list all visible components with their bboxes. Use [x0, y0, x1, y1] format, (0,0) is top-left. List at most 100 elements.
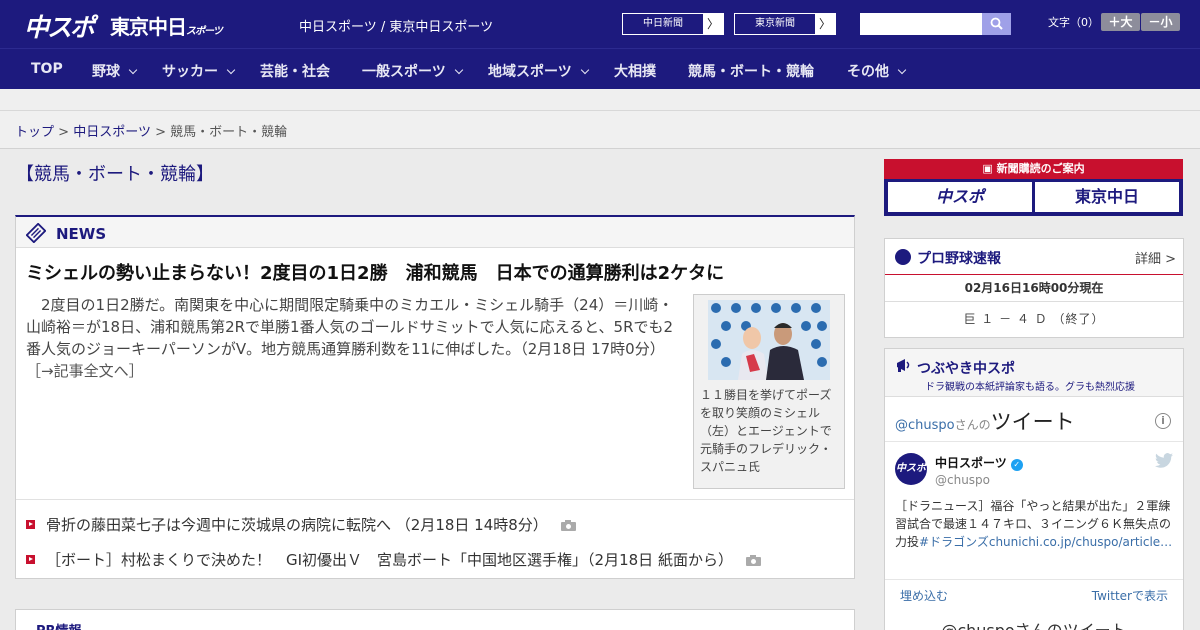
chuspo-logo[interactable]: 中スポ [24, 8, 95, 44]
pr-label: PR情報 [36, 620, 82, 630]
bullet-arrow-icon [26, 555, 35, 564]
font-size-label: 文字（0） [1048, 16, 1099, 29]
baseball-score[interactable]: 巨 １ － ４ Ｄ （終了） [885, 310, 1183, 327]
page-title: 【競馬・ボート・競輪】 [16, 164, 214, 185]
nav-item-label: 一般スポーツ [362, 64, 446, 80]
photo-graphic [708, 300, 830, 380]
news-header: NEWS [16, 217, 854, 248]
baseball-divider [885, 301, 1183, 302]
news-lead-text: 2度目の1日2勝だ。南関東を中心に期間限定騎乗中のミカエル・ミシェル騎手（24）… [26, 296, 674, 358]
search-button[interactable] [982, 13, 1011, 35]
nav-item-soccer[interactable]: サッカー [162, 61, 236, 81]
twitter-bird-icon[interactable] [1155, 453, 1173, 468]
news-photo[interactable]: １１勝目を挙げてポーズを取り笑顔のミシェル（左）とエージェントで元騎手のフレデリ… [693, 294, 845, 489]
megaphone-icon [897, 359, 910, 372]
verified-badge-icon: ✓ [1010, 459, 1023, 471]
baseball-header: プロ野球速報 詳細 > [885, 239, 1183, 275]
timeline-tweet-word: ツイート [990, 410, 1075, 434]
chevron-down-icon [897, 65, 907, 75]
tweet-account-name[interactable]: 中日スポーツ ✓ [935, 454, 1023, 471]
subscribe-title: ▣ 新聞購読のご案内 [884, 159, 1183, 179]
chunichi-shimbun-label: 中日新聞 [643, 18, 683, 29]
nav-item-label: その他 [847, 64, 889, 80]
site-names: 中日スポーツ / 東京中日スポーツ [299, 20, 494, 35]
tweet-widget-header: つぶやき中スポ ドラ観戦の本紙評論家も語る。グラも熱烈応援 [885, 349, 1183, 397]
main-nav: TOP 野球 サッカー 芸能・社会 一般スポーツ 地域スポーツ 大相撲 競馬・ボ… [0, 48, 1200, 89]
font-size-up-button[interactable]: ＋大 [1101, 13, 1140, 31]
tweet-bottom-title: @chuspoさんのツイート [885, 617, 1183, 630]
nav-item-general-sports[interactable]: 一般スポーツ [362, 61, 463, 81]
baseball-detail-link[interactable]: 詳細 > [1135, 248, 1176, 267]
tokyo-chunichi-logo-sub: スポーツ [186, 26, 223, 37]
nav-item-label: TOP [31, 61, 63, 77]
tweet-widget: つぶやき中スポ ドラ観戦の本紙評論家も語る。グラも熱烈応援 @chuspoさんの… [884, 348, 1184, 630]
embed-link[interactable]: 埋め込む [900, 587, 948, 604]
avatar[interactable]: 中スポ [895, 453, 927, 485]
nav-item-other[interactable]: その他 [847, 61, 907, 81]
subscribe-title-text: 新聞購読のご案内 [996, 162, 1085, 175]
subscribe-tokyo-logo[interactable]: 東京中日 [1035, 182, 1179, 212]
nav-item-sumo[interactable]: 大相撲 [614, 61, 656, 81]
subscribe-banner[interactable]: ▣ 新聞購読のご案内 中スポ 東京中日 [884, 159, 1183, 216]
photo-caption: １１勝目を挙げてポーズを取り笑顔のミシェル（左）とエージェントで元騎手のフレデリ… [700, 388, 832, 474]
baseball-time: 02月16日16時00分現在 [964, 281, 1104, 295]
baseball-scores: プロ野球速報 詳細 > 02月16日16時00分現在 巨 １ － ４ Ｄ （終了… [884, 238, 1184, 338]
chevron-down-icon [580, 65, 589, 75]
baseball-title: プロ野球速報 [917, 251, 1001, 267]
news-lead: 2度目の1日2勝だ。南関東を中心に期間限定騎乗中のミカエル・ミシェル騎手（24）… [26, 294, 686, 382]
chevron-down-icon [128, 65, 138, 75]
view-on-twitter-link[interactable]: Twitterで表示 [1092, 587, 1168, 604]
info-icon[interactable]: i [1155, 413, 1171, 429]
timeline-title: @chuspoさんのツイート [895, 406, 1075, 436]
nav-item-entertainment[interactable]: 芸能・社会 [260, 61, 330, 81]
camera-icon [560, 520, 576, 531]
nav-item-baseball[interactable]: 野球 [92, 61, 138, 81]
tokyo-shimbun-label: 東京新聞 [755, 18, 795, 29]
chevron-right-icon: 〉 [815, 14, 835, 34]
subscribe-chuspo-logo[interactable]: 中スポ [888, 182, 1032, 212]
breadcrumb-chunichi-link[interactable]: 中日スポーツ [73, 125, 151, 140]
bullet-arrow-icon [26, 520, 35, 529]
tweet-account-handle[interactable]: @chuspo [935, 473, 990, 487]
nav-item-label: 野球 [92, 64, 120, 80]
chevron-right-icon: 〉 [703, 14, 723, 34]
tweet-widget-title: つぶやき中スポ [917, 361, 1015, 377]
list-item[interactable]: 骨折の藤田菜七子は今週中に茨城県の病院に転院へ （2月18日 14時8分） [26, 514, 576, 535]
tweet-url-link[interactable]: chunichi.co.jp/chuspo/article… [989, 535, 1172, 549]
read-more-link[interactable]: ［→記事全文へ］ [26, 362, 144, 380]
header-stripe [0, 89, 1200, 111]
list-item[interactable]: ［ボート］村松まくりで決めた！ GI初優出Ｖ 宮島ボート「中国地区選手権」（2月… [26, 549, 761, 570]
tweet-divider [885, 441, 1183, 442]
nav-item-label: 競馬・ボート・競輪 [688, 64, 814, 80]
tokyo-shimbun-link[interactable]: 東京新聞 〉 [734, 13, 836, 35]
tokyo-chunichi-logo[interactable]: 東京中日スポーツ [110, 11, 223, 40]
list-item-text: ［ボート］村松まくりで決めた！ GI初優出Ｖ 宮島ボート「中国地区選手権」（2月… [46, 551, 733, 569]
tweet-footer-divider [885, 579, 1183, 580]
news-section: NEWS ミシェルの勢い止まらない！2度目の1日2勝 浦和競馬 日本での通算勝利… [15, 215, 855, 579]
chevron-down-icon [454, 65, 463, 75]
nav-item-local-sports[interactable]: 地域スポーツ [488, 61, 589, 81]
nav-item-label: 大相撲 [614, 64, 656, 80]
nav-item-label: 芸能・社会 [260, 64, 330, 80]
newspaper-icon: ▣ [982, 162, 997, 175]
news-headline[interactable]: ミシェルの勢い止まらない！2度目の1日2勝 浦和競馬 日本での通算勝利は2ケタに [26, 259, 724, 285]
site-header: 中スポ 東京中日スポーツ 中日スポーツ / 東京中日スポーツ 中日新聞 〉 東京… [0, 0, 1200, 48]
tweet-hashtag-link[interactable]: #ドラゴンズ [919, 535, 989, 549]
photo-image [708, 300, 830, 380]
nav-item-top[interactable]: TOP [31, 61, 63, 77]
tweet-widget-subtitle: ドラ観戦の本紙評論家も語る。グラも熱烈応援 [925, 382, 1135, 393]
font-size-down-button[interactable]: －小 [1141, 13, 1180, 31]
breadcrumb-bar: トップ > 中日スポーツ > 競馬・ボート・競輪 [0, 111, 1200, 149]
nav-item-racing[interactable]: 競馬・ボート・競輪 [688, 61, 814, 81]
tweet-text: ［ドラニュース］福谷「やっと結果が出た」２軍練習試合で最速１４７キロ、３イニング… [895, 497, 1175, 551]
search-icon [990, 17, 1003, 30]
breadcrumb-current: 競馬・ボート・競輪 [170, 125, 288, 140]
baseball-icon [895, 249, 911, 265]
chevron-down-icon [226, 65, 236, 75]
camera-icon [745, 555, 761, 566]
search-input[interactable] [860, 13, 983, 35]
chunichi-shimbun-link[interactable]: 中日新聞 〉 [622, 13, 724, 35]
breadcrumb-top-link[interactable]: トップ [15, 125, 54, 140]
timeline-handle-link[interactable]: @chuspo [895, 418, 955, 433]
breadcrumb-separator: > [58, 125, 70, 140]
